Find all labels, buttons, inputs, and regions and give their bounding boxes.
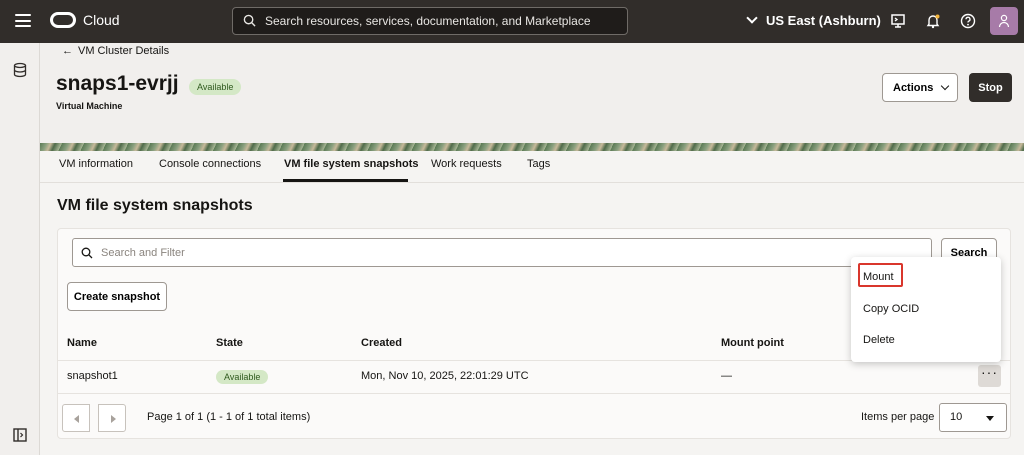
tab-console-connections[interactable]: Console connections [159, 158, 261, 170]
user-profile-icon [998, 14, 1010, 28]
pagination-summary: Page 1 of 1 (1 - 1 of 1 total items) [147, 411, 311, 423]
tab-vm-file-system-snapshots[interactable]: VM file system snapshots [284, 158, 419, 170]
help-icon[interactable] [960, 13, 976, 29]
mount-highlight-box [858, 263, 903, 287]
left-rail [0, 43, 40, 455]
caret-down-icon [986, 416, 994, 421]
mount-point-value: — [721, 370, 732, 382]
menu-item-delete[interactable]: Delete [863, 334, 895, 346]
active-tab-indicator [283, 179, 408, 182]
tab-bar: VM information Console connections VM fi… [40, 151, 1024, 183]
brand-label[interactable]: Cloud [83, 12, 120, 28]
top-nav-bar: Cloud Search resources, services, docume… [0, 0, 1024, 43]
oracle-logo-icon[interactable] [50, 12, 76, 28]
status-badge: Available [189, 79, 242, 95]
column-header-name: Name [67, 337, 97, 349]
page-title: snaps1-evrjj [56, 72, 179, 95]
tab-vm-information[interactable]: VM information [59, 158, 133, 170]
region-label: US East (Ashburn) [766, 13, 881, 28]
back-link[interactable]: ← VM Cluster Details [62, 45, 169, 57]
notifications-bell-icon[interactable] [925, 13, 941, 29]
snapshot-name: snapshot1 [67, 370, 118, 382]
arrow-left-icon: ← [62, 45, 73, 57]
items-per-page-label: Items per page [861, 411, 935, 423]
user-avatar[interactable] [990, 7, 1018, 35]
search-icon [81, 247, 93, 259]
next-page-button[interactable] [98, 404, 126, 432]
page-header: ← VM Cluster Details snaps1-evrjj Availab… [40, 43, 1024, 143]
caret-right-icon [111, 415, 116, 423]
expand-panel-icon[interactable] [13, 428, 27, 442]
region-selector[interactable]: US East (Ashburn) [746, 12, 881, 28]
table-divider [58, 393, 1010, 394]
database-icon[interactable] [12, 62, 28, 78]
back-link-label: VM Cluster Details [78, 45, 170, 57]
state-badge: Available [216, 370, 269, 384]
previous-page-button[interactable] [62, 404, 90, 432]
search-icon [243, 14, 256, 27]
global-search-input[interactable]: Search resources, services, documentatio… [232, 7, 628, 35]
create-snapshot-button[interactable]: Create snapshot [67, 282, 167, 311]
tab-tags[interactable]: Tags [527, 158, 550, 170]
column-header-created: Created [361, 337, 402, 349]
chevron-down-icon [746, 12, 758, 24]
chevron-down-icon [940, 81, 950, 91]
items-per-page-value: 10 [950, 411, 963, 423]
cloud-shell-icon[interactable] [890, 13, 906, 29]
search-filter-input[interactable] [101, 243, 921, 263]
tab-work-requests[interactable]: Work requests [431, 158, 502, 170]
caret-left-icon [74, 415, 79, 423]
created-date: Mon, Nov 10, 2025, 22:01:29 UTC [361, 370, 529, 382]
global-search-text: Search resources, services, documentatio… [265, 14, 591, 28]
actions-label: Actions [893, 81, 934, 94]
search-filter-field[interactable] [72, 238, 932, 267]
column-header-state: State [216, 337, 243, 349]
section-title: VM file system snapshots [57, 197, 253, 214]
page-subtitle: Virtual Machine [56, 101, 123, 111]
hamburger-menu-icon[interactable] [15, 14, 31, 28]
row-actions-kebab-icon[interactable]: ··· [978, 365, 1001, 387]
menu-item-copy-ocid[interactable]: Copy OCID [863, 303, 919, 315]
decorative-banner [40, 143, 1024, 151]
actions-button[interactable]: Actions [882, 73, 958, 102]
items-per-page-select[interactable]: 10 [939, 403, 1007, 432]
stop-button[interactable]: Stop [969, 73, 1012, 102]
column-header-mount-point: Mount point [721, 337, 784, 349]
